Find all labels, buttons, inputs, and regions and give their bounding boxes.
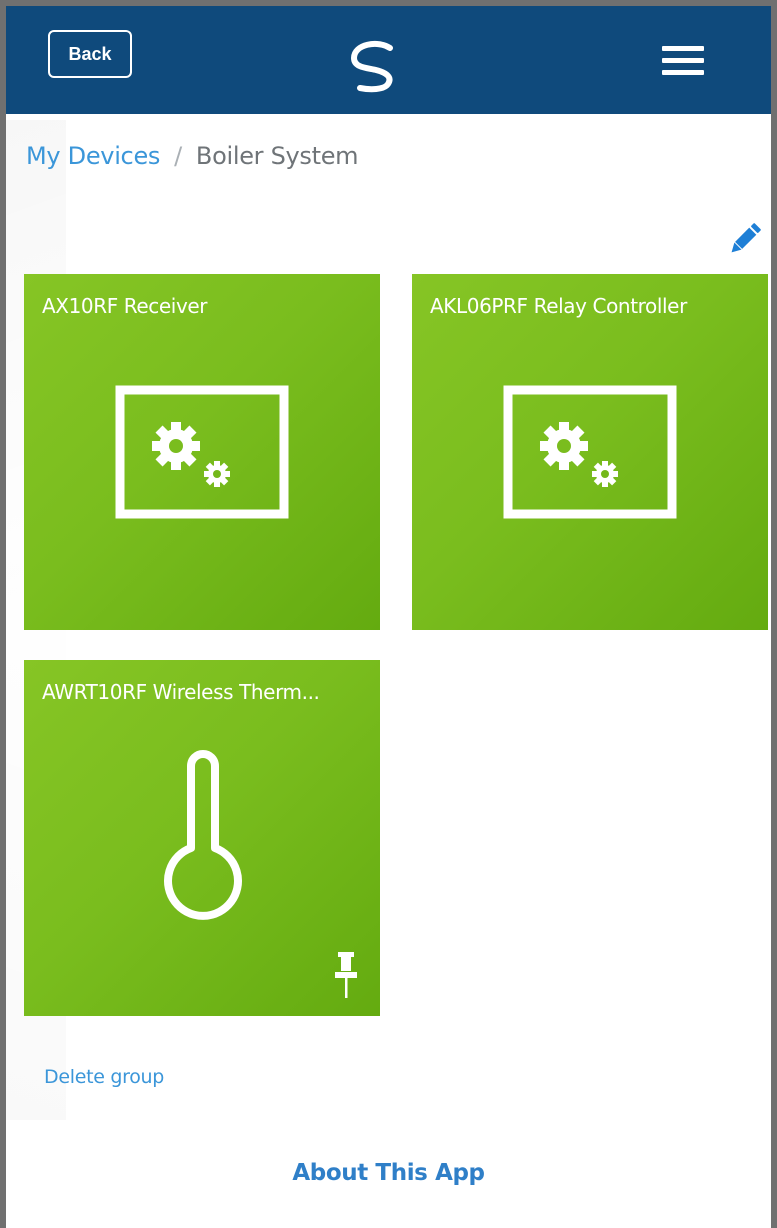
device-tile-awrt10rf[interactable]: AWRT10RF Wireless Therm...	[24, 660, 380, 1016]
back-button[interactable]: Back	[48, 30, 132, 78]
breadcrumb: My Devices / Boiler System	[26, 142, 359, 170]
app-header: Back	[6, 6, 771, 114]
about-this-app-link[interactable]: About This App	[0, 1160, 777, 1186]
breadcrumb-current: Boiler System	[195, 142, 359, 170]
device-tile-ax10rf[interactable]: AX10RF Receiver	[24, 274, 380, 630]
hamburger-menu-icon[interactable]	[656, 42, 712, 78]
controller-gears-icon	[503, 385, 677, 519]
breadcrumb-separator: /	[174, 142, 182, 170]
delete-group-link[interactable]: Delete group	[44, 1066, 164, 1088]
device-tile-title: AKL06PRF Relay Controller	[430, 294, 687, 318]
brand-s-logo	[350, 40, 393, 93]
pin-icon[interactable]	[332, 950, 360, 1000]
pencil-icon[interactable]	[724, 218, 766, 260]
controller-gears-icon	[115, 385, 289, 519]
device-tile-title: AX10RF Receiver	[42, 294, 208, 318]
thermometer-icon	[164, 750, 242, 920]
device-tile-akl06prf[interactable]: AKL06PRF Relay Controller	[412, 274, 768, 630]
device-tile-title: AWRT10RF Wireless Therm...	[42, 680, 320, 704]
breadcrumb-my-devices-link[interactable]: My Devices	[26, 142, 160, 170]
